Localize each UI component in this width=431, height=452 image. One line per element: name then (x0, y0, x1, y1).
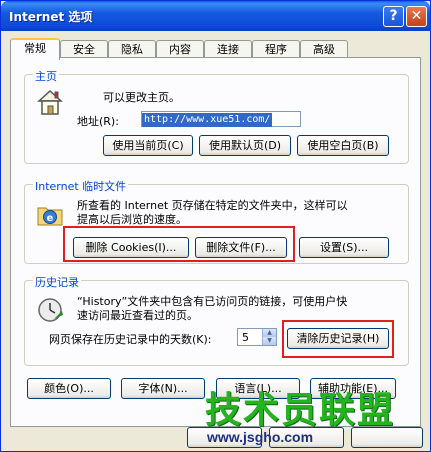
history-clock-icon (38, 298, 63, 322)
history-days-spinner[interactable]: 5 ▲ ▼ (237, 328, 277, 346)
spinner-down-arrow-icon[interactable]: ▼ (262, 337, 276, 345)
history-group: 历史记录 “History”文件夹中包含有已访问页的链接，可使用户快 速访问最近… (24, 274, 409, 366)
settings-button[interactable]: 设置(S)... (299, 237, 389, 258)
watermark-brand: 技术员联盟 (205, 390, 396, 431)
address-label: 地址(R): (77, 115, 119, 128)
delete-cookies-button[interactable]: 删除 Cookies(I)... (73, 237, 189, 258)
fonts-button[interactable]: 字体(N)... (121, 378, 205, 399)
tab-general[interactable]: 常规 (10, 38, 60, 60)
home-icon (37, 89, 63, 115)
home-page-legend: 主页 (33, 68, 59, 84)
tab-connections[interactable]: 连接 (204, 40, 252, 58)
tab-security[interactable]: 安全 (60, 40, 108, 58)
temp-files-description-2: 提高以后浏览的速度。 (77, 213, 187, 226)
spinner-up-arrow-icon[interactable]: ▲ (262, 329, 276, 337)
temp-files-group: Internet 临时文件 e 所查看的 Internet 页存储在特定的文件夹… (24, 178, 409, 264)
history-description-2: 速访问最近查看过的页。 (77, 309, 198, 322)
watermark: 技术员联盟 www.jsgho.com (201, 381, 431, 451)
help-button[interactable]: ? (383, 6, 404, 27)
internet-options-window: Internet 选项 ? ✕ 常规 安全 隐私 内容 连接 程序 高级 主页 … (0, 0, 431, 452)
tab-content[interactable]: 内容 (156, 40, 204, 58)
home-description: 可以更改主页。 (103, 91, 180, 104)
tab-advanced[interactable]: 高级 (300, 40, 348, 58)
homepage-address-value: http://www.xue51.com/ (142, 113, 273, 127)
general-panel: 主页 可以更改主页。 地址(R): http://www.xue51.com/ … (10, 57, 421, 427)
clear-history-button[interactable]: 清除历史记录(H) (287, 328, 389, 349)
colors-button[interactable]: 颜色(O)... (27, 378, 111, 399)
history-days-value: 5 (242, 331, 249, 344)
homepage-address-input[interactable]: http://www.xue51.com/ (141, 111, 301, 127)
window-title: Internet 选项 (9, 10, 93, 24)
use-default-page-button[interactable]: 使用默认页(D) (199, 135, 291, 156)
ie-folder-icon: e (37, 207, 63, 226)
history-days-label: 网页保存在历史记录中的天数(K): (49, 333, 212, 346)
tab-programs[interactable]: 程序 (252, 40, 300, 58)
tab-privacy[interactable]: 隐私 (108, 40, 156, 58)
use-blank-page-button[interactable]: 使用空白页(B) (297, 135, 389, 156)
temp-files-legend: Internet 临时文件 (33, 178, 129, 194)
svg-text:e: e (47, 213, 54, 224)
delete-files-button[interactable]: 删除文件(F)... (195, 237, 287, 258)
close-button[interactable]: ✕ (406, 6, 427, 27)
title-bar[interactable]: Internet 选项 ? ✕ (1, 1, 430, 31)
home-page-group: 主页 可以更改主页。 地址(R): http://www.xue51.com/ … (24, 68, 409, 164)
use-current-page-button[interactable]: 使用当前页(C) (103, 135, 193, 156)
watermark-url: www.jsgho.com (207, 429, 314, 445)
history-legend: 历史记录 (33, 274, 81, 290)
